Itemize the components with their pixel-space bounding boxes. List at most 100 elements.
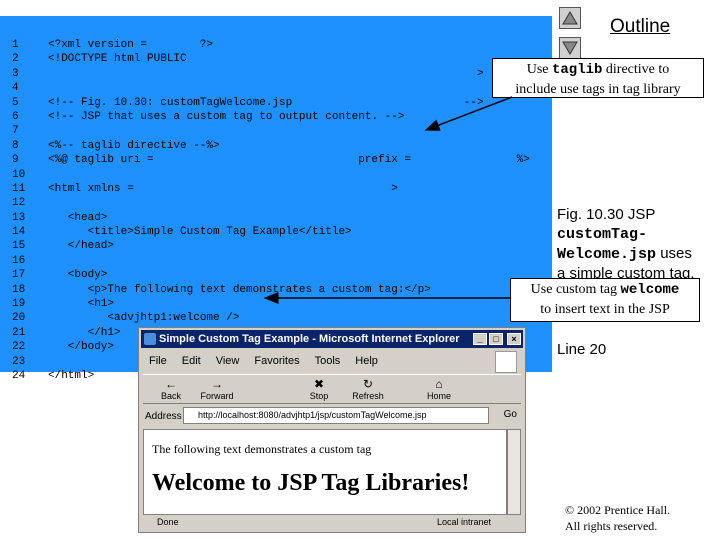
- toolbar-label: Refresh: [352, 391, 384, 401]
- code-segment: </body>: [48, 341, 115, 354]
- code-line: <!DOCTYPE html PUBLIC: [48, 52, 548, 66]
- window-title: Simple Custom Tag Example - Microsoft In…: [159, 333, 460, 345]
- code-segment: prefix =: [358, 154, 411, 167]
- back-icon: ←: [165, 377, 177, 391]
- line-number: 19: [12, 298, 26, 311]
- line-number: 20: [12, 312, 26, 325]
- arrow-down-icon: [562, 41, 578, 55]
- code-line: <advjhtp1:welcome />: [48, 311, 548, 325]
- code-line: <head>: [48, 211, 548, 225]
- callout-taglib: Use taglib directive to include use tags…: [492, 58, 704, 98]
- code-segment: <advjhtp1:welcome />: [48, 312, 240, 325]
- code-segment: <%-- taglib directive --%>: [48, 139, 220, 152]
- browser-title-bar: Simple Custom Tag Example - Microsoft In…: [141, 330, 523, 348]
- code-segment: <h1>: [48, 298, 115, 311]
- maximize-icon[interactable]: □: [489, 333, 503, 345]
- status-text: Done: [157, 517, 179, 527]
- copyright-line: All rights reserved.: [565, 519, 658, 533]
- go-button[interactable]: Go: [504, 409, 517, 420]
- caption-text: uses: [656, 245, 692, 262]
- code-line: <p>The following text demonstrates a cus…: [48, 283, 548, 297]
- menu-bar: File Edit View Favorites Tools Help: [143, 352, 378, 370]
- code-line: <title>Simple Custom Tag Example</title>: [48, 225, 548, 239]
- line-number: 1: [12, 39, 19, 51]
- code-segment: %>: [516, 154, 530, 167]
- line-number: 22: [12, 341, 26, 354]
- address-input[interactable]: http://localhost:8080/advjhtp1/jsp/custo…: [183, 407, 489, 424]
- line-number: 16: [12, 254, 26, 267]
- figure-caption: Fig. 10.30 JSP customTag- Welcome.jsp us…: [557, 205, 717, 283]
- code-segment: <html xmlns =: [48, 182, 134, 195]
- code-segment: </html>: [48, 369, 95, 382]
- content-paragraph: The following text demonstrates a custom…: [152, 442, 372, 456]
- callout-text: Use: [526, 62, 552, 77]
- forward-icon: →: [211, 377, 223, 391]
- previous-slide-button[interactable]: [559, 7, 581, 29]
- line-number: 3: [12, 67, 19, 80]
- caption-text: JSP: [623, 206, 656, 223]
- line-number: 9: [12, 154, 19, 167]
- line-number: 7: [12, 125, 19, 138]
- minimize-icon[interactable]: _: [473, 333, 487, 345]
- code-segment: -->: [463, 96, 484, 109]
- code-line: >: [48, 67, 548, 81]
- code-line: <body>: [48, 268, 548, 282]
- menu-item-help[interactable]: Help: [355, 355, 378, 367]
- status-bar: Done Local intranet: [143, 514, 521, 529]
- menu-item-tools[interactable]: Tools: [315, 355, 341, 367]
- stop-button[interactable]: ✖ Stop: [299, 377, 339, 401]
- line-number: 12: [12, 197, 26, 210]
- code-line: </head>: [48, 239, 548, 253]
- caption-filename: Welcome.jsp: [557, 246, 657, 263]
- refresh-button[interactable]: ↻ Refresh: [348, 377, 388, 401]
- line-number: 23: [12, 355, 26, 368]
- line-number: 21: [12, 326, 26, 339]
- code-segment: <title>Simple Custom Tag Example</title>: [48, 226, 352, 239]
- page-content: The following text demonstrates a custom…: [143, 429, 507, 515]
- menu-item-favorites[interactable]: Favorites: [254, 355, 299, 367]
- line-number: 13: [12, 211, 26, 224]
- code-segment: >: [477, 67, 484, 80]
- code-segment: ?>: [199, 39, 213, 51]
- code-line: <!-- Fig. 10.30: customTagWelcome.jsp -->: [48, 96, 548, 110]
- code-segment: >: [391, 182, 398, 195]
- code-segment: <head>: [48, 211, 108, 224]
- menu-item-file[interactable]: File: [149, 355, 167, 367]
- line-number: 8: [12, 139, 19, 152]
- arrow-up-icon: [562, 11, 578, 25]
- forward-button[interactable]: → Forward: [197, 377, 237, 401]
- callout-welcome: Use custom tag welcome to insert text in…: [510, 278, 700, 322]
- line-number: 11: [12, 182, 26, 195]
- line-reference: Line 20: [557, 341, 607, 358]
- menu-item-view[interactable]: View: [216, 355, 240, 367]
- menu-item-edit[interactable]: Edit: [182, 355, 201, 367]
- line-number: 18: [12, 283, 26, 296]
- vertical-scrollbar[interactable]: [507, 429, 521, 515]
- line-number: 10: [12, 168, 26, 181]
- content-heading: Welcome to JSP Tag Libraries!: [152, 470, 470, 496]
- callout-text: to insert text in the JSP: [540, 302, 670, 317]
- line-number: 6: [12, 110, 19, 123]
- ie-logo-icon: [144, 333, 156, 345]
- code-line: <%-- taglib directive --%>: [48, 139, 548, 153]
- outline-link[interactable]: Outline: [610, 16, 670, 38]
- home-icon: ⌂: [435, 377, 443, 391]
- close-icon[interactable]: ×: [507, 333, 521, 345]
- line-number: 2: [12, 53, 19, 66]
- home-button[interactable]: ⌂ Home: [419, 377, 459, 401]
- line-numbers: 1 2 3 4 5 6 7 8 9 10 11 12 13 14 15 16 17 18 19 20 21 22 23 24: [12, 38, 25, 383]
- callout-text: directive to: [602, 62, 670, 77]
- callout-text: Use custom tag: [530, 282, 621, 297]
- caption-fig-number: Fig. 10.30: [557, 206, 624, 223]
- copyright: © 2002 Prentice Hall. All rights reserve…: [565, 502, 670, 534]
- code-segment: <body>: [48, 269, 108, 282]
- refresh-icon: ↻: [362, 377, 374, 391]
- address-label: Address: [145, 410, 182, 422]
- back-button[interactable]: ← Back: [151, 377, 191, 401]
- code-segment: <?xml version =: [48, 39, 154, 51]
- next-slide-button[interactable]: [559, 37, 581, 59]
